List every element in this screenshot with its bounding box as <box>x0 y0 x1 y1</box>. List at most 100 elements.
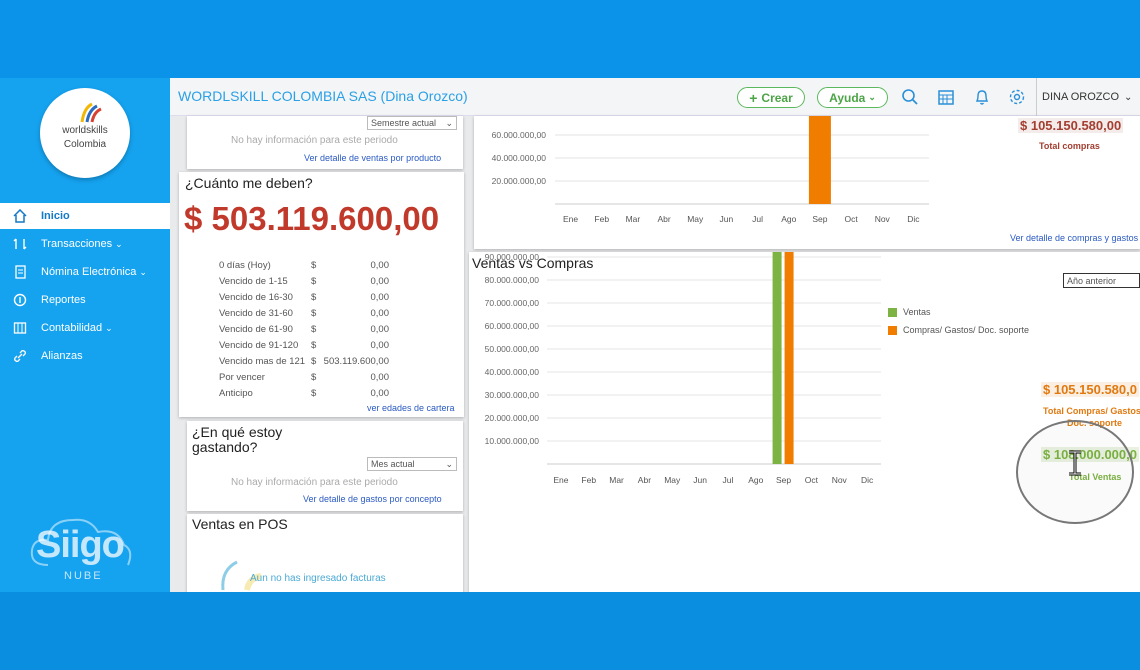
sidebar-item-inicio[interactable]: Inicio <box>0 203 170 229</box>
total-compras-gastos-label-1: Total Compras/ Gastos/ <box>1043 406 1140 416</box>
chevron-down-icon: ⌄ <box>445 458 453 469</box>
reports-icon <box>13 293 27 307</box>
ver-ventas-producto-link[interactable]: Ver detalle de ventas por producto <box>304 153 441 163</box>
company-name[interactable]: WORDLSKILL COLOMBIA SAS (Dina Orozco) <box>178 88 468 104</box>
aging-amount: 0,00 <box>370 292 390 303</box>
sidebar-item-contabilidad[interactable]: Contabilidad ⌄ <box>0 315 170 341</box>
y-tick-label: 60.000.000,00 <box>492 130 547 140</box>
y-tick-label: 20.000.000,00 <box>492 176 547 186</box>
aging-row: Vencido de 91-120 $0,00 <box>219 340 399 356</box>
x-tick-label: Ago <box>748 475 763 485</box>
aging-row: Vencido mas de 121 $503.119.600,00 <box>219 356 399 372</box>
x-tick-label: Oct <box>805 475 819 485</box>
ventas-vs-compras-chart: 10.000.000,00 20.000.000,00 30.000.000,00 4… <box>485 252 881 485</box>
x-tick-label: Jul <box>722 475 733 485</box>
total-compras-value: $ 105.150.580,00 <box>1018 118 1124 133</box>
aging-amount: 0,00 <box>370 260 390 271</box>
empty-state-ring-icon <box>221 560 262 591</box>
user-menu[interactable]: DINA OROZCO ⌄ <box>1036 78 1132 116</box>
aging-label: Vencido de 61-90 <box>219 324 293 335</box>
aging-row: Vencido de 61-90 $0,00 <box>219 324 399 340</box>
total-compras-gastos-value: $ 105.150.580,0 <box>1041 382 1139 397</box>
crear-button[interactable]: + Crear <box>737 87 805 108</box>
select-value: Mes actual <box>371 459 415 469</box>
aging-amount: 503.119.600,00 <box>323 356 389 367</box>
aging-currency: $ <box>311 388 317 399</box>
x-tick-label: Sep <box>776 475 791 485</box>
edades-cartera-link[interactable]: ver edades de cartera <box>367 403 455 413</box>
aging-currency: $ <box>311 324 317 335</box>
cartera-total: $ 503.119.600,00 <box>184 200 440 237</box>
ver-gastos-concepto-link[interactable]: Ver detalle de gastos por concepto <box>303 494 442 504</box>
search-icon[interactable] <box>901 88 919 106</box>
x-tick-label: Feb <box>594 214 609 224</box>
app-window: worldskills Colombia Inicio Transaccione… <box>0 78 1140 592</box>
aging-row: 0 días (Hoy) $0,00 <box>219 260 399 276</box>
pos-empty-text: Aun no has ingresado facturas <box>250 573 386 584</box>
cartera-panel: ¿Cuánto me deben? $ 503.119.600,00 0 día… <box>179 172 464 417</box>
y-tick-label: 20.000.000,00 <box>485 413 540 423</box>
logo-line2: Colombia <box>63 139 107 150</box>
payroll-icon <box>15 265 26 279</box>
calendar-icon[interactable] <box>937 88 955 106</box>
chevron-down-icon: ⌄ <box>445 117 453 128</box>
sidebar-item-transacciones[interactable]: Transacciones ⌄ <box>0 231 170 257</box>
aging-row: Vencido de 1-15 $0,00 <box>219 276 399 292</box>
period-select[interactable]: Semestre actual ⌄ <box>367 116 457 130</box>
ventas-vs-compras-panel: Ventas vs Compras Año anterior 10.000.00… <box>469 252 1140 592</box>
x-tick-label: Abr <box>638 475 651 485</box>
aging-currency: $ <box>311 276 317 287</box>
ventas-producto-panel: Semestre actual ⌄ No hay información para… <box>187 116 463 169</box>
y-tick-label: 80.000.000,00 <box>485 275 540 285</box>
aging-label: Vencido mas de 121 <box>219 356 306 367</box>
aging-amount: 0,00 <box>370 372 390 383</box>
aging-row: Por vencer $0,00 <box>219 372 399 388</box>
x-tick-label: Oct <box>844 214 858 224</box>
crear-label: Crear <box>761 90 793 105</box>
legend-swatch-compras <box>888 325 897 335</box>
gastos-title: ¿En qué estoy gastando? <box>192 425 282 455</box>
x-tick-label: Feb <box>581 475 596 485</box>
aging-amount: 0,00 <box>370 276 390 287</box>
x-tick-label: Dic <box>907 214 920 224</box>
aging-row: Anticipo $0,00 <box>219 388 399 404</box>
transactions-icon <box>13 238 27 250</box>
y-tick-label: 40.000.000,00 <box>485 367 540 377</box>
aging-currency: $ <box>311 340 317 351</box>
siigo-logo: Siigo NUBE <box>28 510 138 582</box>
video-bottom-band <box>0 592 1140 670</box>
user-name: DINA OROZCO <box>1042 91 1120 103</box>
aging-label: Vencido de 31-60 <box>219 308 293 319</box>
ayuda-label: Ayuda <box>829 90 866 105</box>
sidebar-item-nomina[interactable]: Nómina Electrónica ⌄ <box>0 259 170 285</box>
worldskills-logo[interactable]: worldskills Colombia <box>40 88 130 178</box>
ver-compras-gastos-link[interactable]: Ver detalle de compras y gastos <box>1010 233 1138 243</box>
x-tick-label: Ago <box>781 214 796 224</box>
legend-compras[interactable]: Compras/ Gastos/ Doc. soporte <box>888 325 1029 335</box>
aging-currency: $ <box>311 260 317 271</box>
legend-label: Ventas <box>903 307 931 317</box>
aging-amount: 0,00 <box>370 340 390 351</box>
siigo-brand: Siigo <box>36 524 125 566</box>
x-tick-label: Nov <box>832 475 848 485</box>
ayuda-button[interactable]: Ayuda ⌄ <box>817 87 888 108</box>
legend-ventas[interactable]: Ventas <box>888 307 931 317</box>
logo-line1: worldskills <box>62 125 108 136</box>
sidebar-item-alianzas[interactable]: Alianzas <box>0 343 170 369</box>
period-select[interactable]: Mes actual ⌄ <box>367 457 457 471</box>
bell-icon[interactable] <box>973 88 991 106</box>
legend-label: Compras/ Gastos/ Doc. soporte <box>903 325 1030 335</box>
compras-chart: 20.000.000,00 40.000.000,00 60.000.000,00 E… <box>492 116 929 224</box>
aging-label: Anticipo <box>219 388 253 399</box>
chevron-down-icon: ⌄ <box>115 238 123 249</box>
legend-swatch-ventas <box>888 307 897 317</box>
period-select[interactable]: Año anterior <box>1063 273 1140 288</box>
y-tick-label: 10.000.000,00 <box>485 436 540 446</box>
worldskills-mark-icon <box>80 102 102 123</box>
pos-title: Ventas en POS <box>192 516 288 532</box>
sidebar-item-reportes[interactable]: Reportes <box>0 287 170 313</box>
link-icon <box>14 350 26 362</box>
cartera-title: ¿Cuánto me deben? <box>185 175 313 191</box>
gear-icon[interactable] <box>1008 88 1026 106</box>
gastos-title-line2: gastando? <box>192 439 258 455</box>
